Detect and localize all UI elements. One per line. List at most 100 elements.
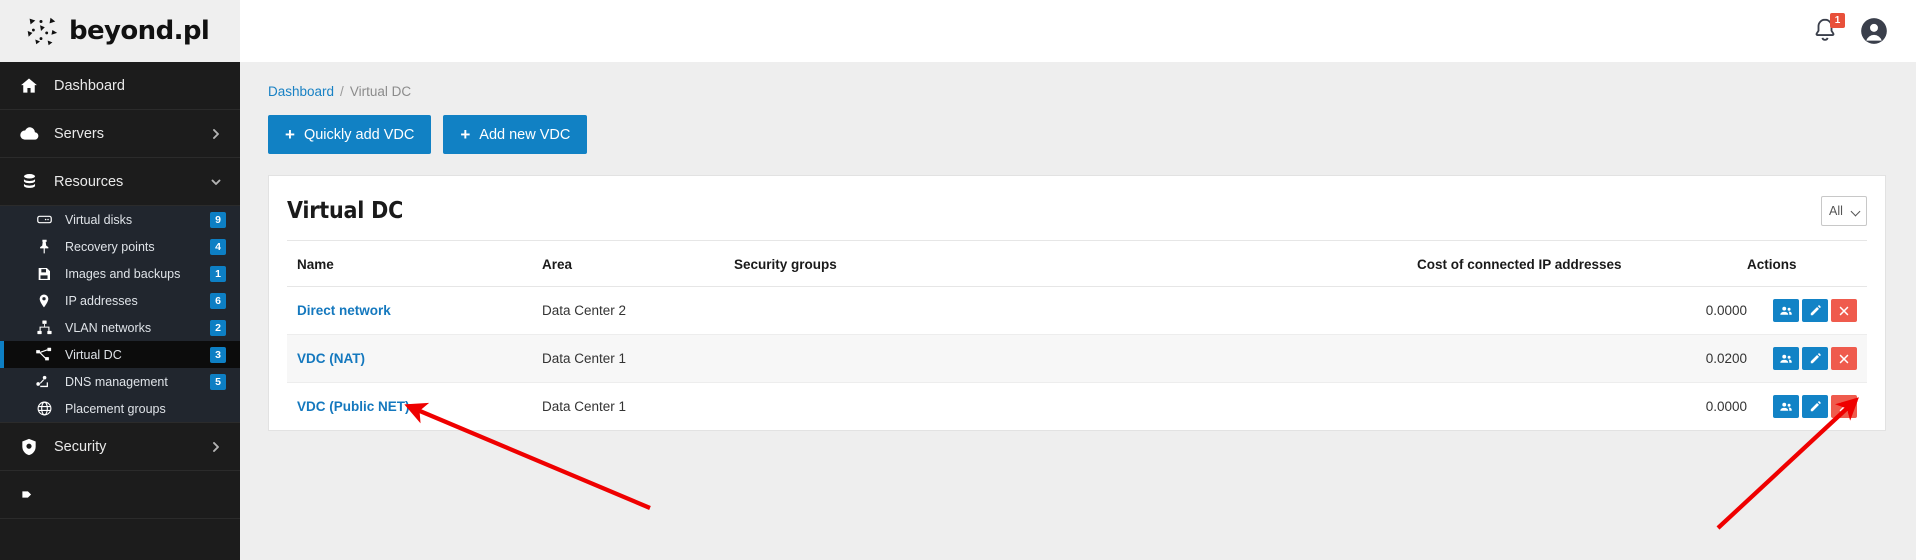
manage-members-button[interactable] xyxy=(1773,395,1799,418)
edit-button[interactable] xyxy=(1802,299,1828,322)
panel-header: Virtual DC All xyxy=(287,176,1867,241)
edit-button[interactable] xyxy=(1802,395,1828,418)
sidebar-label-dns-management: DNS management xyxy=(65,374,168,389)
cell-cost: 0.0200 xyxy=(1417,334,1747,383)
breadcrumb-current: Virtual DC xyxy=(349,84,412,99)
sidebar-label-placement-groups: Placement groups xyxy=(65,401,166,416)
sidebar-badge-recovery-points: 4 xyxy=(210,238,226,255)
sidebar-item-placement-groups[interactable]: Placement groups xyxy=(0,395,240,422)
sidebar-item-servers[interactable]: Servers xyxy=(0,110,240,158)
network-nodes-icon xyxy=(27,17,58,46)
virtual-dc-panel: Virtual DC All Name Area Security groups… xyxy=(268,175,1886,431)
sidebar-item-resources[interactable]: Resources xyxy=(0,158,240,206)
app-root: beyond.pl 1 Dashboard Servers Resources … xyxy=(0,0,1916,560)
table-row: Direct network Data Center 2 0.0000 xyxy=(287,286,1867,335)
floppy-disk-icon xyxy=(34,264,54,284)
sidebar-item-dashboard[interactable]: Dashboard xyxy=(0,62,240,110)
row-actions xyxy=(1773,299,1857,322)
sidebar-badge-dns-management: 5 xyxy=(210,373,226,390)
sidebar-item-dns-management[interactable]: DNS management 5 xyxy=(0,368,240,395)
column-header-name[interactable]: Name xyxy=(287,241,542,287)
sidebar-label-resources: Resources xyxy=(54,173,124,190)
virtual-dc-table: Name Area Security groups Cost of connec… xyxy=(287,241,1867,430)
sidebar-item-vlan-networks[interactable]: VLAN networks 2 xyxy=(0,314,240,341)
row-link-direct-network[interactable]: Direct network xyxy=(297,303,391,318)
delete-button[interactable] xyxy=(1831,347,1857,370)
user-avatar-icon[interactable] xyxy=(1860,17,1888,45)
sidebar-badge-vlan-networks: 2 xyxy=(210,319,226,336)
manage-members-button[interactable] xyxy=(1773,347,1799,370)
network-share-icon xyxy=(34,345,54,365)
cloud-icon xyxy=(18,123,40,145)
cell-area: Data Center 2 xyxy=(542,286,734,335)
main-content: Dashboard / Virtual DC + Quickly add VDC +… xyxy=(240,62,1916,560)
cell-area: Data Center 1 xyxy=(542,399,627,414)
sidebar-item-virtual-dc[interactable]: Virtual DC 3 xyxy=(0,341,240,368)
sitemap-icon xyxy=(34,318,54,338)
column-header-actions: Actions xyxy=(1747,241,1867,287)
add-new-vdc-label: Add new VDC xyxy=(479,126,571,143)
sidebar-label-servers: Servers xyxy=(54,125,104,142)
table-row: VDC (NAT) Data Center 1 0.0200 xyxy=(287,334,1867,383)
chevron-right-icon xyxy=(213,441,219,452)
delete-button[interactable] xyxy=(1831,395,1857,418)
chevron-down-icon xyxy=(211,179,221,185)
sidebar-label-ip-addresses: IP addresses xyxy=(65,293,138,308)
sidebar-item-recovery-points[interactable]: Recovery points 4 xyxy=(0,233,240,260)
row-actions xyxy=(1773,395,1857,418)
sidebar-resources-submenu: Virtual disks 9 Recovery points 4 Images… xyxy=(0,206,240,422)
brand-name: beyond.pl xyxy=(69,16,210,46)
cell-cost: 0.0000 xyxy=(1705,399,1747,414)
row-actions xyxy=(1773,347,1857,370)
sidebar-label-dashboard: Dashboard xyxy=(54,77,125,94)
sidebar-item-ip-addresses[interactable]: IP addresses 6 xyxy=(0,287,240,314)
sidebar-item-images-and-backups[interactable]: Images and backups 1 xyxy=(0,260,240,287)
breadcrumb-link-dashboard[interactable]: Dashboard xyxy=(268,84,334,99)
globe-icon xyxy=(34,399,54,419)
notifications-button[interactable]: 1 xyxy=(1812,13,1845,45)
database-icon xyxy=(18,171,40,193)
sidebar-label-vlan-networks: VLAN networks xyxy=(65,320,152,335)
notification-count-badge: 1 xyxy=(1830,13,1845,28)
table-row: VDC (Public NET) Data Center 1 0.0000 xyxy=(287,383,1867,431)
breadcrumb-separator: / xyxy=(340,84,344,99)
map-pin-icon xyxy=(34,291,54,311)
sidebar-nav: Dashboard Servers Resources Virtual disk… xyxy=(0,62,240,560)
sidebar-item-partial[interactable] xyxy=(0,471,240,519)
filter-select[interactable]: All xyxy=(1821,196,1867,226)
row-link-vdc-public-net[interactable]: VDC (Public NET) xyxy=(297,399,410,414)
cell-security-groups xyxy=(734,286,1417,335)
delete-button[interactable] xyxy=(1831,299,1857,322)
sidebar-label-recovery-points: Recovery points xyxy=(65,239,155,254)
cell-area: Data Center 1 xyxy=(542,334,734,383)
pin-icon xyxy=(34,237,54,257)
quickly-add-vdc-button[interactable]: + Quickly add VDC xyxy=(268,115,432,154)
brand-logo[interactable]: beyond.pl xyxy=(0,0,240,62)
top-header: 1 xyxy=(240,0,1916,62)
shield-icon xyxy=(18,436,40,458)
column-header-cost[interactable]: Cost of connected IP addresses xyxy=(1417,241,1747,287)
add-new-vdc-button[interactable]: + Add new VDC xyxy=(443,115,588,154)
cell-security-groups xyxy=(734,334,1417,383)
sidebar-item-virtual-disks[interactable]: Virtual disks 9 xyxy=(0,206,240,233)
sidebar-badge-virtual-dc: 3 xyxy=(210,346,226,363)
quickly-add-vdc-label: Quickly add VDC xyxy=(303,126,415,143)
page-title: Virtual DC xyxy=(287,198,404,224)
sidebar-badge-virtual-disks: 9 xyxy=(210,211,226,228)
sidebar-badge-ip-addresses: 6 xyxy=(210,292,226,309)
sidebar-item-security[interactable]: Security xyxy=(0,423,240,471)
action-toolbar: + Quickly add VDC + Add new VDC xyxy=(268,115,1886,154)
sidebar-label-virtual-disks: Virtual disks xyxy=(65,212,133,227)
column-header-area[interactable]: Area xyxy=(542,241,734,287)
partial-icon xyxy=(18,484,40,506)
column-header-security-groups[interactable]: Security groups xyxy=(734,241,1417,287)
edit-button[interactable] xyxy=(1802,347,1828,370)
table-body: Direct network Data Center 2 0.0000 VDC … xyxy=(287,286,1867,431)
row-link-vdc-nat[interactable]: VDC (NAT) xyxy=(297,351,365,366)
manage-members-button[interactable] xyxy=(1773,299,1799,322)
hard-drive-icon xyxy=(34,210,54,230)
sidebar-badge-images-and-backups: 1 xyxy=(210,265,226,282)
plus-icon: + xyxy=(285,125,295,144)
dns-nodes-icon xyxy=(34,372,54,392)
filter-select-wrapper: All xyxy=(1821,196,1867,226)
